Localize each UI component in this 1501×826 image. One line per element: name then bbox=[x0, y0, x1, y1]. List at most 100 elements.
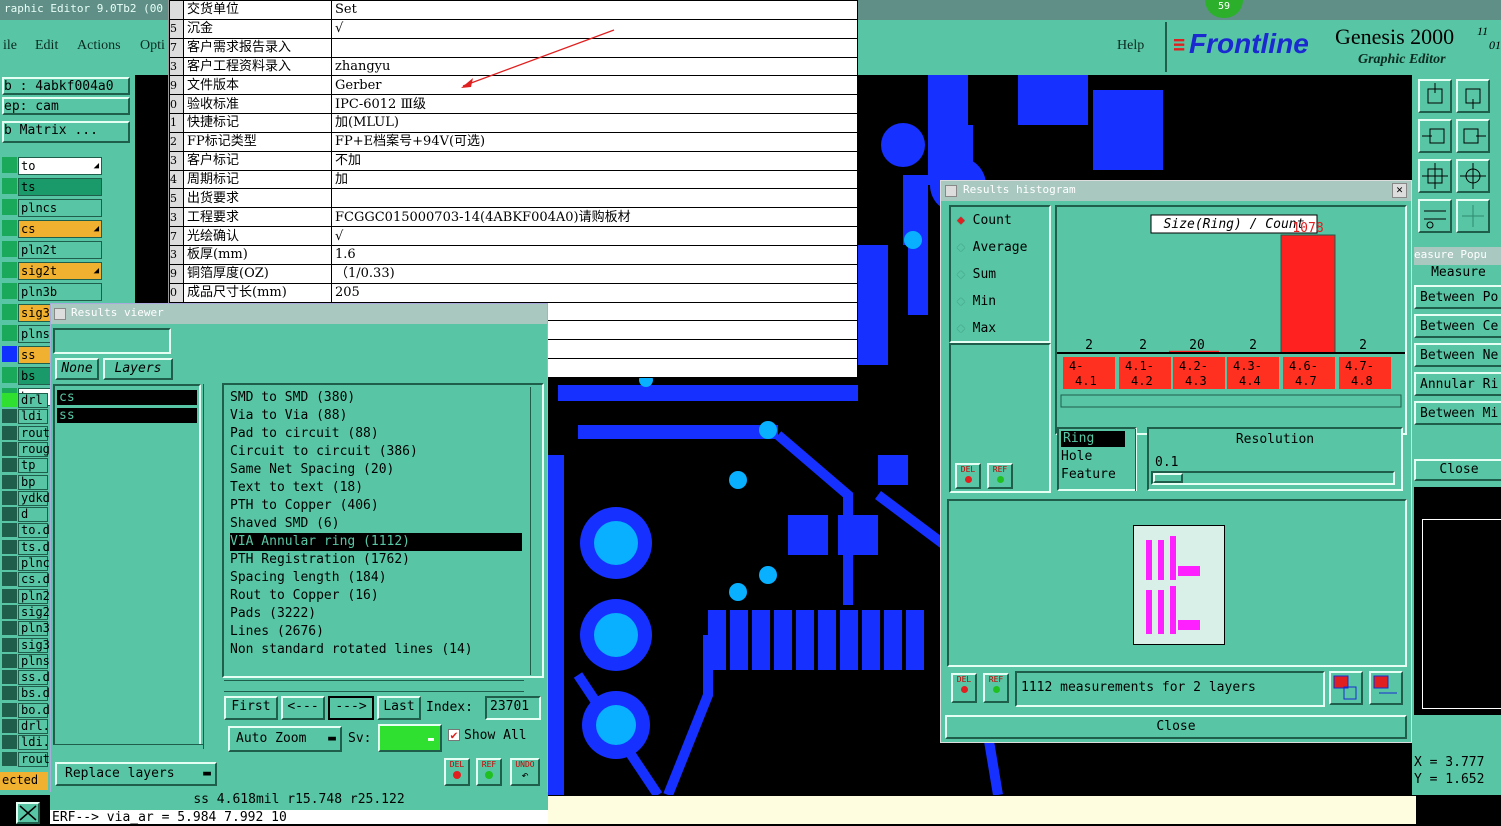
sheet-cell-k[interactable]: 成品尺寸长(mm) bbox=[183, 282, 332, 303]
sheet-cell-v[interactable]: 205 bbox=[331, 282, 858, 303]
index-input[interactable]: 23701 bbox=[485, 696, 541, 720]
sheet-cell-k[interactable]: 铜箔厚度(OZ) bbox=[183, 263, 332, 284]
import-icon[interactable] bbox=[1369, 671, 1403, 705]
measure-close-button[interactable]: Close bbox=[1414, 459, 1501, 481]
layer-bo.d[interactable]: bo.d bbox=[18, 702, 50, 718]
measure-option[interactable]: Between Mi bbox=[1414, 401, 1501, 425]
layer-swatch[interactable] bbox=[2, 393, 17, 407]
menu-actions[interactable]: Actions bbox=[77, 38, 121, 54]
sheet-cell-n[interactable]: 3 bbox=[169, 207, 184, 228]
layer-swatch[interactable] bbox=[2, 157, 17, 173]
hist-del2-button[interactable]: DEL bbox=[951, 673, 977, 703]
sheet-cell-k[interactable]: 沉金 bbox=[183, 18, 332, 39]
layer-ts.d[interactable]: ts.d bbox=[18, 539, 50, 555]
attr-hole[interactable]: Hole bbox=[1061, 449, 1092, 464]
sheet-cell-v[interactable]: 加 bbox=[331, 169, 858, 190]
result-category-item[interactable]: Spacing length (184) bbox=[230, 569, 522, 587]
sheet-cell-k[interactable]: 周期标记 bbox=[183, 169, 332, 190]
histogram-close-button[interactable]: Close bbox=[945, 715, 1407, 739]
result-category-item[interactable]: Pads (3222) bbox=[230, 605, 522, 623]
result-category-item[interactable]: Text to text (18) bbox=[230, 479, 522, 497]
attr-feature[interactable]: Feature bbox=[1061, 467, 1116, 482]
layer-swatch[interactable] bbox=[2, 441, 17, 456]
measure-option[interactable]: Between Ce bbox=[1414, 314, 1501, 338]
layer-swatch[interactable] bbox=[2, 325, 17, 341]
result-category-item[interactable]: Non standard rotated lines (14) bbox=[230, 641, 522, 659]
layer-swatch[interactable] bbox=[2, 241, 17, 257]
window-menu-icon[interactable] bbox=[945, 185, 957, 197]
results-scrollbar[interactable] bbox=[530, 387, 542, 675]
layer-cs[interactable]: cs ◢ bbox=[18, 220, 102, 238]
layer-swatch[interactable] bbox=[2, 686, 17, 701]
histogram-bar[interactable] bbox=[1280, 234, 1336, 354]
sheet-cell-k[interactable]: 验收标准 bbox=[183, 94, 332, 115]
result-category-item[interactable]: PTH to Copper (406) bbox=[230, 497, 522, 515]
result-category-item[interactable]: Shaved SMD (6) bbox=[230, 515, 522, 533]
sheet-cell-n[interactable]: 1 bbox=[169, 113, 184, 133]
layer-plnc[interactable]: plnc bbox=[18, 556, 50, 571]
sheet-cell-k[interactable]: 出货要求 bbox=[183, 188, 332, 209]
prev-button[interactable]: <--- bbox=[281, 696, 325, 720]
layer-sig2[interactable]: sig2 bbox=[18, 604, 50, 620]
menu-edit[interactable]: Edit bbox=[35, 38, 58, 54]
layer-ldi.[interactable]: ldi. bbox=[18, 735, 50, 751]
job-matrix-button[interactable]: b Matrix ... bbox=[2, 121, 130, 143]
layer-swatch[interactable] bbox=[2, 735, 17, 750]
layer-pln3[interactable]: pln3 bbox=[18, 621, 50, 637]
tool-zoom-fit-icon[interactable] bbox=[1418, 159, 1452, 193]
layer-swatch[interactable] bbox=[2, 539, 17, 554]
menu-options[interactable]: Opti bbox=[140, 38, 165, 54]
layer-drl[interactable]: drl bbox=[18, 393, 48, 408]
layers-button[interactable]: Layers bbox=[103, 358, 173, 380]
layer-swatch[interactable] bbox=[2, 304, 17, 320]
measure-tool-icon[interactable] bbox=[16, 802, 40, 824]
layer-plns[interactable]: plns bbox=[18, 653, 50, 669]
severity-color-dropdown[interactable]: ▬ bbox=[378, 724, 442, 752]
sheet-cell-k[interactable]: 光绘确认 bbox=[183, 226, 332, 246]
tool-page-up-icon[interactable] bbox=[1418, 79, 1452, 113]
result-category-item[interactable]: Rout to Copper (16) bbox=[230, 587, 522, 605]
close-icon[interactable]: ✕ bbox=[1392, 183, 1407, 198]
mode-radio-max[interactable]: ◆ Max bbox=[957, 321, 996, 336]
rv-layer-cs[interactable]: cs bbox=[57, 390, 197, 405]
sheet-cell-k[interactable]: 客户标记 bbox=[183, 150, 332, 171]
layer-pln2t[interactable]: pln2t bbox=[18, 241, 102, 259]
layer-swatch[interactable] bbox=[2, 458, 17, 473]
sheet-cell-v[interactable]: 不加 bbox=[331, 150, 858, 171]
layer-swatch[interactable] bbox=[2, 262, 17, 278]
layer-sig2t[interactable]: sig2t ◢ bbox=[18, 262, 102, 280]
next-button[interactable]: ---> bbox=[328, 696, 374, 720]
result-category-item[interactable]: Pad to circuit (88) bbox=[230, 425, 522, 443]
none-button[interactable]: None bbox=[55, 358, 99, 380]
measure-option[interactable]: Between Po bbox=[1414, 285, 1501, 309]
layer-bp[interactable]: bp bbox=[18, 474, 48, 490]
mode-radio-count[interactable]: ◆ Count bbox=[957, 213, 1012, 228]
layer-swatch[interactable] bbox=[2, 490, 17, 505]
sheet-cell-n[interactable]: 5 bbox=[169, 18, 184, 39]
layer-d[interactable]: d bbox=[18, 507, 48, 523]
tool-page-down-icon[interactable] bbox=[1456, 79, 1490, 113]
sheet-cell-v[interactable]: Set bbox=[331, 0, 858, 20]
layer-swatch[interactable] bbox=[2, 653, 17, 668]
sheet-cell-v[interactable]: 加(MLUL) bbox=[331, 113, 858, 133]
sheet-cell-k[interactable]: 客户需求报告录入 bbox=[183, 37, 332, 58]
layer-drl.[interactable]: drl. bbox=[18, 719, 50, 734]
sheet-cell-n[interactable]: 3 bbox=[169, 56, 184, 77]
sheet-cell-v[interactable] bbox=[331, 188, 858, 209]
sheet-cell-k[interactable]: 板厚(mm) bbox=[183, 244, 332, 265]
sheet-cell-k[interactable]: FP标记类型 bbox=[183, 131, 332, 152]
hist-ref2-button[interactable]: REF bbox=[983, 673, 1009, 703]
sheet-cell-n[interactable]: 7 bbox=[169, 226, 184, 246]
layer-swatch[interactable] bbox=[2, 588, 17, 603]
sheet-cell-v[interactable]: FCGGC015000703-14(4ABKF004A0)请购板材 bbox=[331, 207, 858, 228]
chart-hscrollbar[interactable] bbox=[1060, 394, 1402, 408]
mode-radio-average[interactable]: ◆ Average bbox=[957, 240, 1027, 255]
layer-swatch[interactable] bbox=[2, 604, 17, 619]
layer-rout[interactable]: rout bbox=[18, 425, 50, 441]
layer-to.d[interactable]: to.d bbox=[18, 523, 50, 539]
sheet-cell-v[interactable]: √ bbox=[331, 226, 858, 246]
layer-swatch[interactable] bbox=[2, 670, 17, 685]
hist-del-button[interactable]: DEL bbox=[955, 463, 981, 489]
attr-ring[interactable]: Ring bbox=[1061, 431, 1125, 447]
measure-option[interactable]: Between Ne bbox=[1414, 343, 1501, 367]
